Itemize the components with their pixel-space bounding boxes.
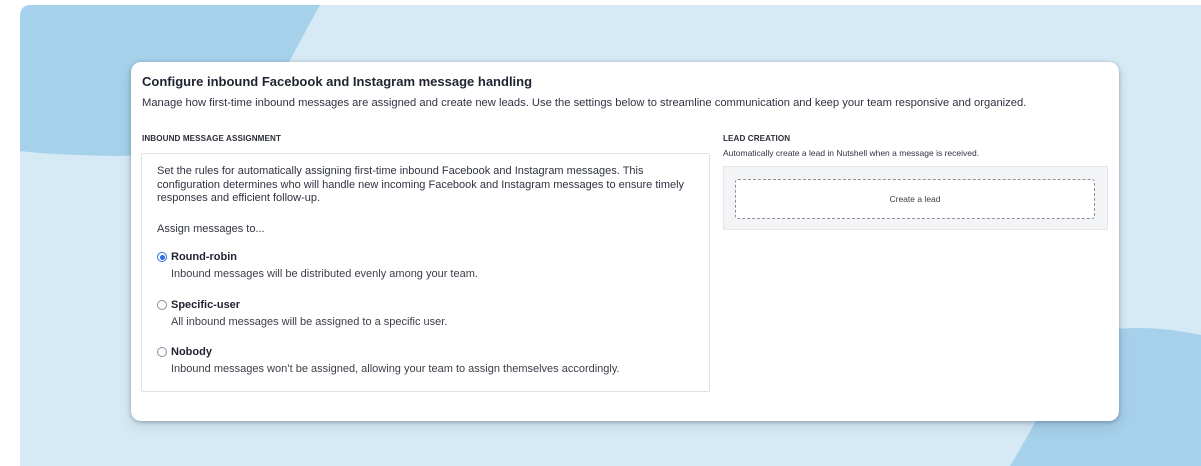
radio-nobody[interactable] <box>157 347 167 357</box>
page-backdrop: Configure inbound Facebook and Instagram… <box>20 5 1201 466</box>
assign-prompt: Assign messages to... <box>157 223 265 235</box>
radio-round-robin[interactable] <box>157 252 167 262</box>
lead-creation-section-label: LEAD CREATION <box>723 134 791 143</box>
option-description: All inbound messages will be assigned to… <box>171 316 448 328</box>
lead-creation-panel: Create a lead <box>723 166 1108 230</box>
option-description: Inbound messages will be distributed eve… <box>171 268 478 280</box>
radio-specific-user[interactable] <box>157 300 167 310</box>
assignment-section-label: INBOUND MESSAGE ASSIGNMENT <box>142 134 282 143</box>
option-label[interactable]: Nobody <box>171 346 212 358</box>
create-lead-button[interactable]: Create a lead <box>735 179 1095 219</box>
assignment-description: Set the rules for automatically assignin… <box>157 165 685 205</box>
create-lead-label: Create a lead <box>889 194 941 204</box>
assignment-panel: Set the rules for automatically assignin… <box>141 153 710 392</box>
settings-card: Configure inbound Facebook and Instagram… <box>131 62 1119 421</box>
page-title: Configure inbound Facebook and Instagram… <box>142 74 533 89</box>
option-label[interactable]: Round-robin <box>171 251 237 263</box>
lead-creation-description: Automatically create a lead in Nutshell … <box>723 148 980 158</box>
option-description: Inbound messages won’t be assigned, allo… <box>171 363 620 375</box>
page-subtitle: Manage how first-time inbound messages a… <box>142 97 1027 109</box>
option-label[interactable]: Specific-user <box>171 299 240 311</box>
